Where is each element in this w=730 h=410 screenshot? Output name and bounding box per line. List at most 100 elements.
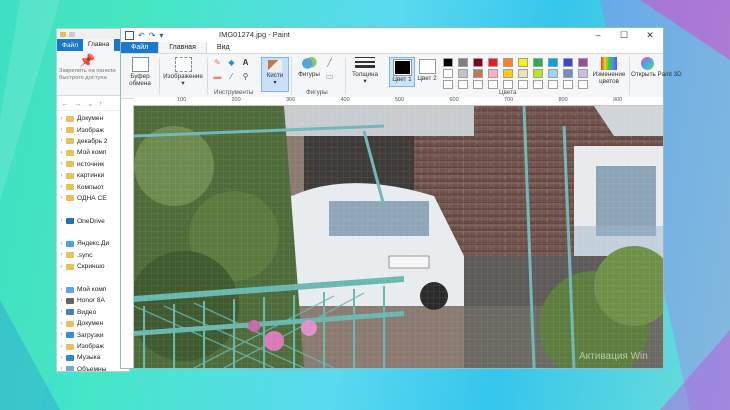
color1-button[interactable]: Цвет 1 [389,57,415,87]
image-button[interactable]: Изображение ▾ [161,57,205,87]
palette-swatch[interactable] [503,69,513,78]
palette-swatch[interactable] [443,80,453,89]
explorer-tab-file[interactable]: Файл [57,42,83,49]
back-arrow-icon[interactable]: ← [61,99,69,108]
chevron-right-icon[interactable]: › [57,355,66,361]
minimize-button[interactable]: – [585,28,611,42]
magnifier-icon[interactable]: ⚲ [241,72,250,81]
tree-item[interactable]: › Яндекс.Ди [57,238,129,249]
close-button[interactable]: ✕ [637,28,663,42]
palette-swatch[interactable] [503,58,513,67]
palette-swatch[interactable] [548,80,558,89]
tree-item[interactable]: › Honor 8A [57,295,129,306]
tree-item[interactable]: › Загрузки [57,329,129,340]
chevron-right-icon[interactable]: › [57,161,66,167]
shapes-button[interactable]: Фигуры [295,57,323,78]
chevron-right-icon[interactable]: › [57,298,66,304]
tree-item[interactable]: › Докумен [57,318,129,329]
palette-swatch[interactable] [503,80,513,89]
chevron-right-icon[interactable]: › [57,218,66,224]
chevron-right-icon[interactable]: › [57,195,66,201]
chevron-right-icon[interactable]: › [57,264,66,270]
chevron-down-icon[interactable]: ⌄ [87,99,94,108]
color-picker-icon[interactable]: ⁄ [227,72,236,81]
outline-icon[interactable]: ╱ [325,58,334,67]
palette-swatch[interactable] [563,58,573,67]
chevron-right-icon[interactable]: › [57,332,66,338]
tab-home[interactable]: Главная [158,41,207,53]
palette-swatch[interactable] [473,80,483,89]
eraser-icon[interactable]: ▬ [213,72,222,81]
palette-swatch[interactable] [443,58,453,67]
clipboard-button[interactable]: Буфер обмена [124,57,156,87]
palette-swatch[interactable] [443,69,453,78]
palette-swatch[interactable] [473,58,483,67]
save-icon[interactable] [125,30,134,40]
tree-item[interactable]: › OneDrive [57,216,129,227]
tab-view[interactable]: Вид [207,42,240,53]
palette-swatch[interactable] [548,69,558,78]
chevron-right-icon[interactable]: › [57,344,66,350]
undo-icon[interactable]: ↶ [138,31,145,40]
tree-item[interactable]: › Скриншо [57,261,129,272]
chevron-right-icon[interactable]: › [57,184,66,190]
forward-arrow-icon[interactable]: → [74,99,82,108]
tree-item[interactable]: › Изображ [57,341,129,352]
size-button[interactable]: Толщина ▾ [349,57,381,85]
palette-swatch[interactable] [518,80,528,89]
tree-item[interactable]: › Мой комп [57,147,129,158]
palette-swatch[interactable] [488,69,498,78]
chevron-right-icon[interactable]: › [57,127,66,133]
tree-item[interactable]: › Мой комп [57,284,129,295]
chevron-right-icon[interactable]: › [57,150,66,156]
tree-item[interactable]: › Компьют [57,181,129,192]
chevron-right-icon[interactable]: › [57,241,66,247]
chevron-right-icon[interactable]: › [57,116,66,122]
pencil-icon[interactable]: ✎ [213,58,222,67]
tree-item[interactable]: › источник [57,159,129,170]
brushes-button[interactable]: Кисти ▾ [261,57,289,92]
chevron-right-icon[interactable]: › [57,287,66,293]
palette-swatch[interactable] [458,58,468,67]
palette-swatch[interactable] [563,69,573,78]
palette-swatch[interactable] [548,58,558,67]
chevron-right-icon[interactable]: › [57,138,66,144]
fill-shape-icon[interactable]: ▭ [325,72,334,81]
palette-swatch[interactable] [458,69,468,78]
up-arrow-icon[interactable]: ↑ [99,99,103,108]
chevron-right-icon[interactable]: › [57,321,66,327]
tree-item[interactable]: › Музыка [57,352,129,363]
palette-swatch[interactable] [563,80,573,89]
palette-swatch[interactable] [578,58,588,67]
maximize-button[interactable]: ☐ [611,28,637,42]
edit-colors-button[interactable]: Изменение цветов [591,57,627,85]
fill-icon[interactable]: ◆ [227,58,236,67]
tree-item[interactable]: › .sync [57,250,129,261]
tree-item[interactable]: › Докумен [57,113,129,124]
tree-item[interactable]: › Видео [57,307,129,318]
tree-item[interactable]: › картинки [57,170,129,181]
file-explorer-window[interactable]: Файл Главна 📌 Закрепить на панели быстро… [56,28,130,372]
palette-swatch[interactable] [473,69,483,78]
redo-icon[interactable]: ↷ [149,31,156,40]
palette-swatch[interactable] [578,80,588,89]
palette-swatch[interactable] [533,58,543,67]
chevron-right-icon[interactable]: › [57,173,66,179]
palette-swatch[interactable] [533,69,543,78]
text-icon[interactable]: A [241,58,250,67]
palette-swatch[interactable] [578,69,588,78]
pin-icon[interactable]: 📌 [79,53,95,69]
palette-swatch[interactable] [518,58,528,67]
open-paint3d-button[interactable]: Открыть Paint 3D [631,57,682,78]
chevron-right-icon[interactable]: › [57,366,66,371]
tab-file[interactable]: Файл [121,42,159,53]
color2-button[interactable]: Цвет 2 [415,57,439,85]
customize-qa-icon[interactable]: ▾ [159,31,163,40]
palette-swatch[interactable] [533,80,543,89]
tree-item[interactable]: › Объемны [57,364,129,371]
image-canvas[interactable]: Активация Win [134,106,663,368]
chevron-right-icon[interactable]: › [57,252,66,258]
explorer-tab-home[interactable]: Главна [82,39,115,51]
palette-swatch[interactable] [488,80,498,89]
tree-item[interactable]: › ОДНА СЕ [57,193,129,204]
